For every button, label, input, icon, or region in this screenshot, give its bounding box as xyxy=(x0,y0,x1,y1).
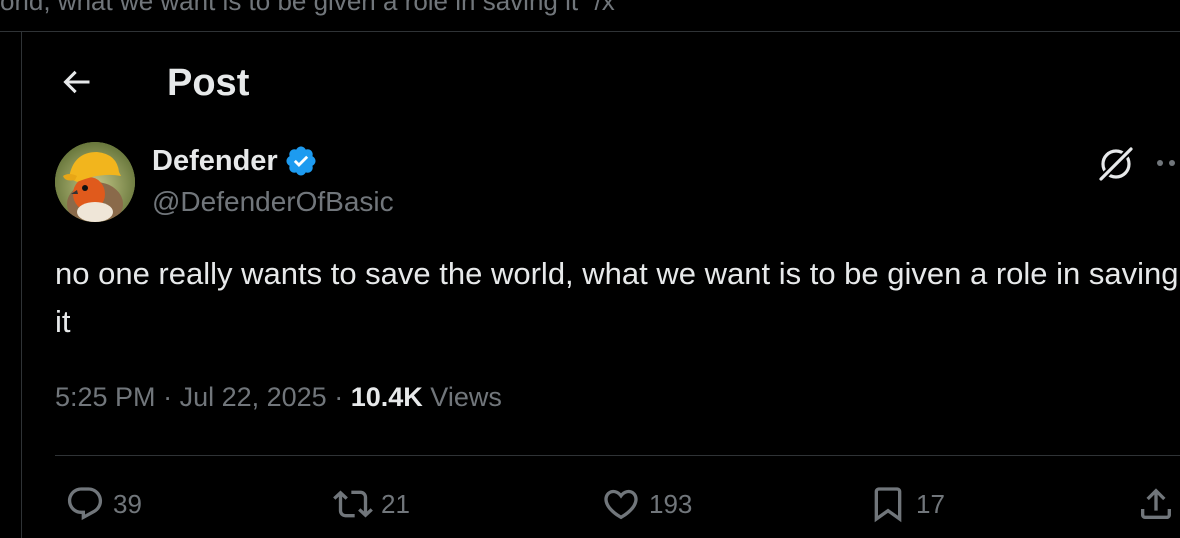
page-title: Post xyxy=(167,62,250,104)
grok-icon xyxy=(1097,145,1135,183)
verified-badge-icon[interactable] xyxy=(284,144,318,178)
reply-icon xyxy=(67,487,103,521)
more-icon xyxy=(1157,160,1175,166)
post-date[interactable]: Jul 22, 2025 xyxy=(180,382,327,412)
views-label: Views xyxy=(430,382,502,412)
bookmark-icon xyxy=(874,487,902,523)
reply-button[interactable]: 39 xyxy=(65,482,142,526)
previous-post-text: orld, what we want is to be given a role… xyxy=(0,0,615,16)
like-count: 193 xyxy=(649,488,693,519)
repost-icon xyxy=(333,490,373,518)
post-meta: 5:25 PM · Jul 22, 2025 · 10.4K Views xyxy=(55,382,502,413)
post-text: no one really wants to save the world, w… xyxy=(55,256,1179,339)
robin-avatar-icon xyxy=(55,142,135,222)
previous-post-snippet[interactable]: orld, what we want is to be given a role… xyxy=(0,0,1180,32)
post-time[interactable]: 5:25 PM xyxy=(55,382,156,412)
share-button[interactable] xyxy=(1136,482,1176,526)
author-handle[interactable]: @DefenderOfBasic xyxy=(152,186,394,218)
meta-separator: · xyxy=(334,382,351,412)
reply-count: 39 xyxy=(113,488,142,519)
share-icon xyxy=(1141,488,1171,519)
grok-button[interactable] xyxy=(1094,142,1138,186)
author-name-row[interactable]: Defender xyxy=(152,144,318,178)
like-icon xyxy=(604,489,638,520)
post-header: Post xyxy=(22,32,1180,136)
repost-count: 21 xyxy=(381,488,410,519)
views-count: 10.4K xyxy=(350,382,423,412)
avatar[interactable] xyxy=(55,142,135,222)
back-arrow-icon xyxy=(63,70,90,94)
bookmark-button[interactable]: 17 xyxy=(868,482,945,526)
author-display-name[interactable]: Defender xyxy=(152,145,278,178)
more-options-button[interactable] xyxy=(1150,145,1180,181)
repost-button[interactable]: 21 xyxy=(333,482,410,526)
bookmark-count: 17 xyxy=(916,488,945,519)
actions-divider xyxy=(55,455,1180,456)
meta-separator: · xyxy=(163,382,180,412)
like-button[interactable]: 193 xyxy=(601,482,692,526)
back-button[interactable] xyxy=(58,64,94,100)
